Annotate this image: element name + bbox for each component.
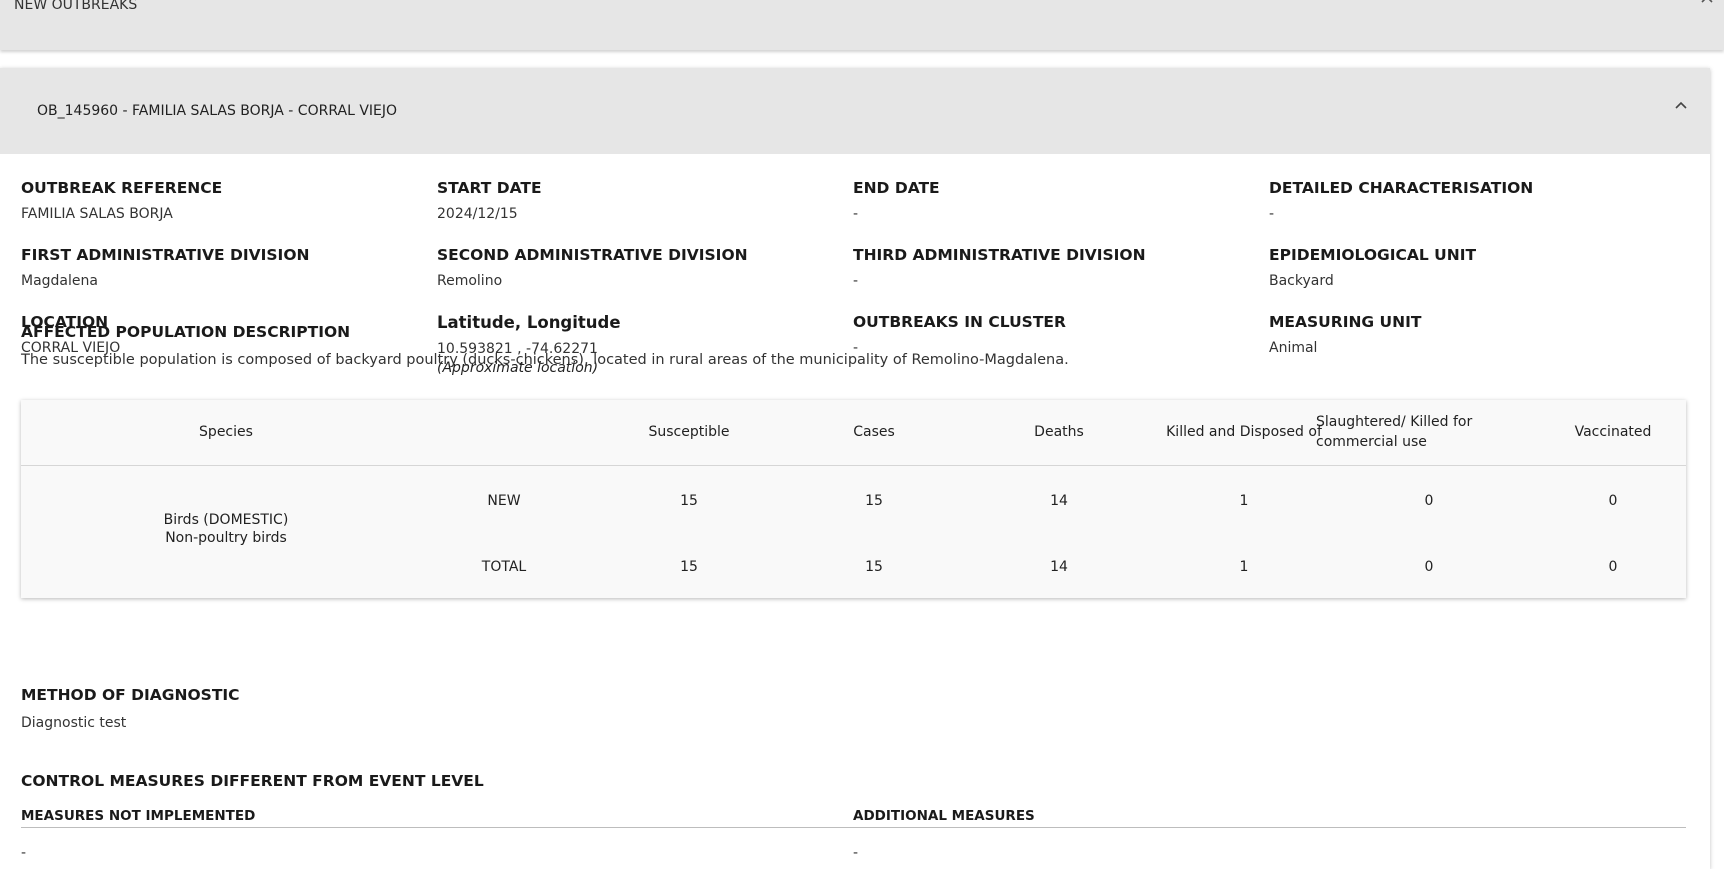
total-slaughtered: 0: [1424, 559, 1434, 575]
outbreaks-in-cluster-field: OUTBREAKS IN CLUSTER -: [853, 313, 1066, 356]
field-label: OUTBREAKS IN CLUSTER: [853, 313, 1066, 331]
total-deaths: 14: [1050, 559, 1068, 575]
header-slaughtered: Slaughtered/ Killed for commercial use: [1316, 412, 1516, 452]
start-date-field: START DATE 2024/12/15: [437, 179, 542, 222]
field-label: EPIDEMIOLOGICAL UNIT: [1269, 246, 1477, 264]
total-cases: 15: [865, 559, 883, 575]
new-outbreaks-section-header[interactable]: NEW OUTBREAKS: [0, 0, 1724, 50]
species-table: Species Susceptible Cases Deaths Killed …: [21, 400, 1686, 598]
chevron-up-icon[interactable]: [1674, 98, 1688, 114]
measuring-unit-field: MEASURING UNIT Animal: [1269, 313, 1421, 356]
row-label-new: NEW: [487, 493, 521, 509]
header-killed-disposed: Killed and Disposed of: [1166, 424, 1322, 440]
header-slaughtered-line2: commercial use: [1316, 434, 1427, 450]
total-vaccinated: 0: [1608, 559, 1618, 575]
header-deaths: Deaths: [1034, 424, 1084, 440]
new-vaccinated: 0: [1608, 493, 1618, 509]
field-label: THIRD ADMINISTRATIVE DIVISION: [853, 246, 1146, 264]
field-label: FIRST ADMINISTRATIVE DIVISION: [21, 246, 310, 264]
additional-measures-label: ADDITIONAL MEASURES: [853, 808, 1035, 824]
new-cases: 15: [865, 493, 883, 509]
end-date-field: END DATE -: [853, 179, 940, 222]
species-subtype: Non-poultry birds: [165, 530, 287, 546]
measures-not-implemented-label: MEASURES NOT IMPLEMENTED: [21, 808, 256, 824]
total-killed-disposed: 1: [1239, 559, 1249, 575]
outbreak-panel-header[interactable]: OB_145960 - FAMILIA SALAS BORJA - CORRAL…: [0, 68, 1710, 154]
new-deaths: 14: [1050, 493, 1068, 509]
measures-not-implemented-value: -: [21, 845, 27, 861]
species-cell: Birds (DOMESTIC) Non-poultry birds: [126, 511, 326, 547]
epidemiological-unit-field: EPIDEMIOLOGICAL UNIT Backyard: [1269, 246, 1476, 289]
second-admin-division-field: SECOND ADMINISTRATIVE DIVISION Remolino: [437, 246, 748, 289]
affected-population-description: The susceptible population is composed o…: [21, 352, 1069, 368]
field-value: 2024/12/15: [437, 206, 518, 222]
diagnostic-label: METHOD OF DIAGNOSTIC: [21, 686, 240, 704]
field-label: SECOND ADMINISTRATIVE DIVISION: [437, 246, 748, 264]
field-value: Animal: [1269, 340, 1318, 356]
header-species: Species: [199, 424, 253, 440]
field-label: MEASURING UNIT: [1269, 313, 1422, 331]
total-susceptible: 15: [680, 559, 698, 575]
header-slaughtered-line1: Slaughtered/ Killed for: [1316, 414, 1473, 430]
field-value: Backyard: [1269, 273, 1334, 289]
diagnostic-value: Diagnostic test: [21, 715, 127, 731]
field-label: DETAILED CHARACTERISATION: [1269, 179, 1534, 197]
new-susceptible: 15: [680, 493, 698, 509]
field-label: Latitude, Longitude: [437, 313, 621, 332]
new-killed-disposed: 1: [1239, 493, 1249, 509]
detailed-characterisation-field: DETAILED CHARACTERISATION -: [1269, 179, 1533, 222]
field-label: END DATE: [853, 179, 940, 197]
first-admin-division-field: FIRST ADMINISTRATIVE DIVISION Magdalena: [21, 246, 309, 289]
outbreak-reference-field: OUTBREAK REFERENCE FAMILIA SALAS BORJA: [21, 179, 222, 222]
field-value: -: [853, 206, 859, 222]
control-measures-title: CONTROL MEASURES DIFFERENT FROM EVENT LE…: [21, 772, 484, 790]
field-label: OUTBREAK REFERENCE: [21, 179, 223, 197]
measures-divider: [21, 827, 1686, 828]
chevron-up-icon[interactable]: [1700, 0, 1714, 8]
third-admin-division-field: THIRD ADMINISTRATIVE DIVISION -: [853, 246, 1146, 289]
field-value: -: [1269, 206, 1275, 222]
row-label-total: TOTAL: [481, 559, 527, 575]
field-value: FAMILIA SALAS BORJA: [21, 206, 173, 222]
field-value: -: [853, 273, 859, 289]
outbreak-title: OB_145960 - FAMILIA SALAS BORJA - CORRAL…: [37, 103, 398, 119]
new-slaughtered: 0: [1424, 493, 1434, 509]
section-title: NEW OUTBREAKS: [14, 0, 138, 13]
header-cases: Cases: [853, 424, 895, 440]
header-divider: [21, 465, 1686, 466]
species-name: Birds (DOMESTIC): [163, 512, 289, 528]
additional-measures-value: -: [853, 845, 859, 861]
field-value: Magdalena: [21, 273, 98, 289]
affected-population-label: AFFECTED POPULATION DESCRIPTION: [21, 323, 351, 341]
header-susceptible: Susceptible: [648, 424, 730, 440]
field-label: START DATE: [437, 179, 542, 197]
header-vaccinated: Vaccinated: [1574, 424, 1652, 440]
field-value: Remolino: [437, 273, 503, 289]
